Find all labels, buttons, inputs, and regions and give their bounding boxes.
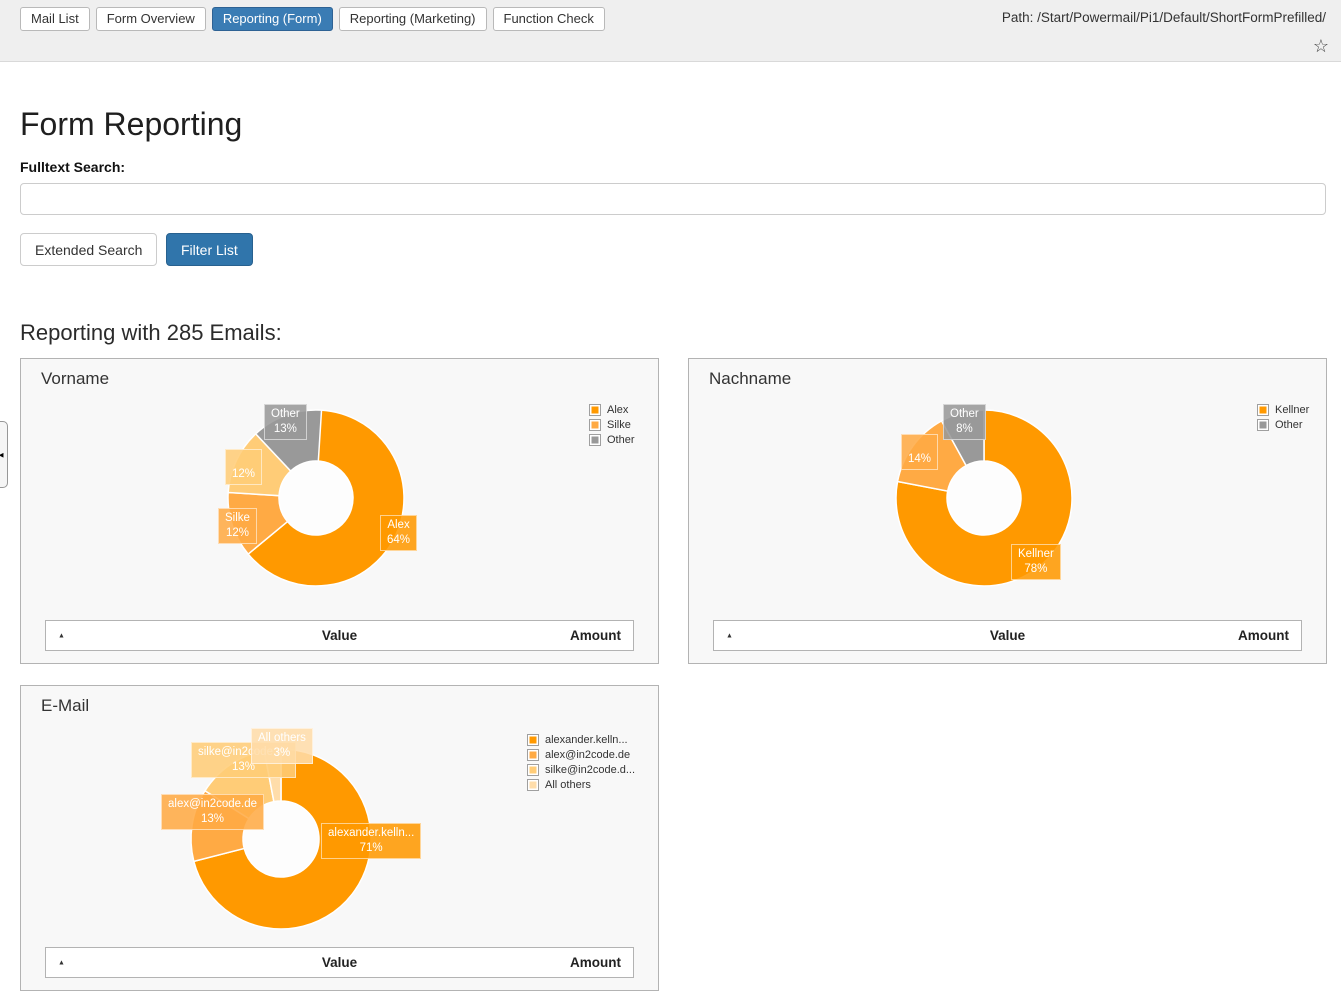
legend-item: silke@in2code.d... <box>527 764 635 776</box>
vorname-point-label-Other: Other13% <box>264 404 307 440</box>
sidebar-collapse-handle[interactable]: ◄ <box>0 421 8 488</box>
column-header-value[interactable]: Value <box>46 955 633 970</box>
legend-item: Kellner <box>1257 404 1309 416</box>
legend-label: silke@in2code.d... <box>545 764 635 776</box>
legend-swatch-icon <box>589 404 601 416</box>
nachname-chart-title: Nachname <box>709 369 791 389</box>
vorname-donut-chart <box>21 359 658 663</box>
nachname-legend: Kellner Other <box>1257 404 1309 431</box>
panel-nachname: Kellner78% 14%Other8% Kellner Other Nachna… <box>688 358 1327 664</box>
legend-label: Silke <box>607 419 631 431</box>
nachname-point-label-Other: Other8% <box>943 404 986 440</box>
vorname-table-header[interactable]: ▲ Value Amount <box>45 620 634 651</box>
reporting-heading: Reporting with 285 Emails: <box>20 320 282 346</box>
email-point-label-All others: All others3% <box>251 728 313 764</box>
legend-swatch-icon <box>527 749 539 761</box>
column-header-amount[interactable]: Amount <box>1238 628 1289 643</box>
legend-swatch-icon <box>527 734 539 746</box>
fulltext-search-label: Fulltext Search: <box>20 159 125 175</box>
vorname-legend: Alex Silke Other <box>589 404 635 446</box>
nachname-chart-region: Kellner78% 14%Other8% Kellner Other <box>689 359 1326 663</box>
legend-label: alexander.kelln... <box>545 734 628 746</box>
legend-item: Other <box>589 434 635 446</box>
extended-search-button[interactable]: Extended Search <box>20 233 157 266</box>
nachname-donut-chart <box>689 359 1326 663</box>
vorname-chart-title: Vorname <box>41 369 109 389</box>
page-title: Form Reporting <box>20 106 242 143</box>
column-header-amount[interactable]: Amount <box>570 628 621 643</box>
legend-label: All others <box>545 779 591 791</box>
column-header-value[interactable]: Value <box>714 628 1301 643</box>
filter-list-button[interactable]: Filter List <box>166 233 253 266</box>
legend-item: Other <box>1257 419 1309 431</box>
legend-label: Other <box>1275 419 1303 431</box>
legend-label: alex@in2code.de <box>545 749 630 761</box>
panel-email: alexander.kelln...71% alex@in2code.de13% s… <box>20 685 659 991</box>
tab-reporting-marketing[interactable]: Reporting (Marketing) <box>339 7 487 31</box>
column-header-value[interactable]: Value <box>46 628 633 643</box>
vorname-point-label-Silke: Silke12% <box>218 508 257 544</box>
legend-label: Alex <box>607 404 628 416</box>
top-toolbar: Mail List Form Overview Reporting (Form)… <box>0 0 1341 62</box>
legend-swatch-icon <box>527 779 539 791</box>
legend-label: Other <box>607 434 635 446</box>
legend-item: Silke <box>589 419 635 431</box>
legend-swatch-icon <box>1257 419 1269 431</box>
legend-swatch-icon <box>527 764 539 776</box>
tab-form-overview[interactable]: Form Overview <box>96 7 206 31</box>
collapse-arrow-icon: ◄ <box>0 450 5 459</box>
vorname-point-label-slice2: 12% <box>225 449 262 485</box>
email-chart-title: E-Mail <box>41 696 89 716</box>
module-tabs: Mail List Form Overview Reporting (Form)… <box>20 7 605 31</box>
legend-item: alex@in2code.de <box>527 749 635 761</box>
nachname-point-label-Kellner: Kellner78% <box>1011 544 1061 580</box>
legend-item: All others <box>527 779 635 791</box>
nachname-table-header[interactable]: ▲ Value Amount <box>713 620 1302 651</box>
tab-mail-list[interactable]: Mail List <box>20 7 90 31</box>
legend-swatch-icon <box>1257 404 1269 416</box>
legend-item: Alex <box>589 404 635 416</box>
legend-label: Kellner <box>1275 404 1309 416</box>
fulltext-search-input[interactable] <box>20 183 1326 215</box>
vorname-chart-region: Alex64% Silke12% 12%Other13% Alex Silke Othe… <box>21 359 658 663</box>
column-header-amount[interactable]: Amount <box>570 955 621 970</box>
legend-item: alexander.kelln... <box>527 734 635 746</box>
panel-vorname: Alex64% Silke12% 12%Other13% Alex Silke Othe… <box>20 358 659 664</box>
email-chart-region: alexander.kelln...71% alex@in2code.de13% s… <box>21 686 658 990</box>
email-point-label-alexander.kelln...: alexander.kelln...71% <box>321 823 421 859</box>
email-point-label-alex@in2code.de: alex@in2code.de13% <box>161 794 264 830</box>
bookmark-star-icon[interactable]: ☆ <box>1313 36 1329 56</box>
email-table-header[interactable]: ▲ Value Amount <box>45 947 634 978</box>
legend-swatch-icon <box>589 434 601 446</box>
tab-reporting-form[interactable]: Reporting (Form) <box>212 7 333 31</box>
legend-swatch-icon <box>589 419 601 431</box>
nachname-point-label-slice1: 14% <box>901 434 938 470</box>
vorname-point-label-Alex: Alex64% <box>380 515 417 551</box>
email-legend: alexander.kelln... alex@in2code.de silke@i… <box>527 734 635 791</box>
page-path-breadcrumb: Path: /Start/Powermail/Pi1/Default/Short… <box>1002 10 1326 25</box>
tab-function-check[interactable]: Function Check <box>493 7 605 31</box>
